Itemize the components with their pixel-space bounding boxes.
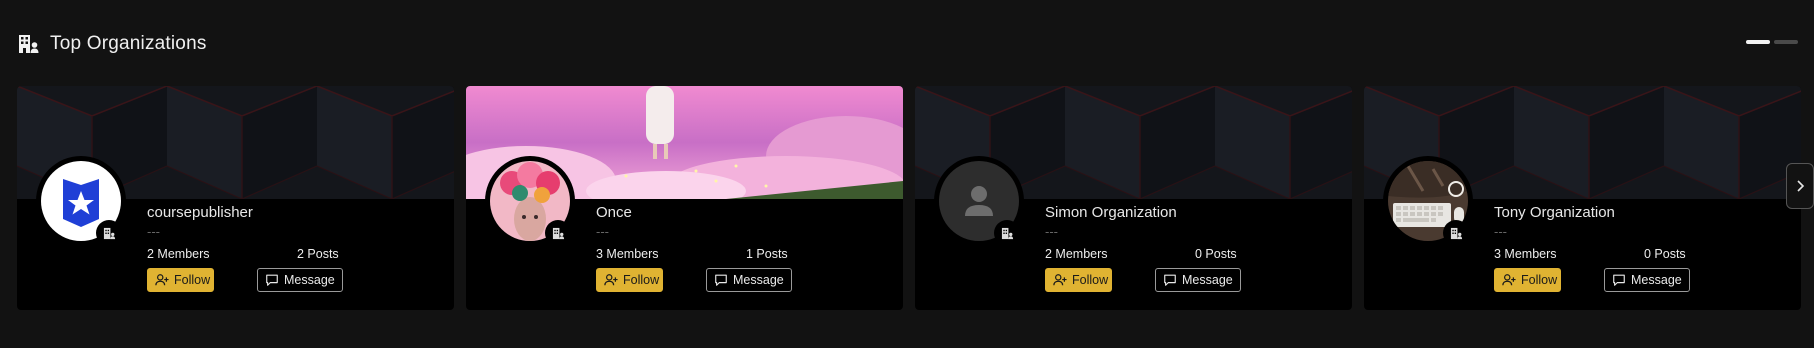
members-count: 2 Members (1045, 247, 1108, 261)
organization-name[interactable]: Once (596, 204, 886, 222)
organization-card[interactable]: Tony Organization --- 3 Members 0 Posts … (1364, 86, 1801, 310)
user-plus-icon (604, 274, 618, 286)
follow-button[interactable]: Follow (1494, 268, 1561, 292)
message-icon (715, 274, 727, 286)
organization-name[interactable]: Tony Organization (1494, 204, 1784, 222)
message-button[interactable]: Message (257, 268, 343, 292)
organization-badge-icon (1443, 220, 1469, 246)
posts-count: 0 Posts (1644, 247, 1686, 261)
user-plus-icon (1053, 274, 1067, 286)
follow-button[interactable]: Follow (596, 268, 663, 292)
organization-card[interactable]: Simon Organization --- 2 Members 0 Posts… (915, 86, 1352, 310)
organization-badge-icon (994, 220, 1020, 246)
follow-button[interactable]: Follow (147, 268, 214, 292)
message-button[interactable]: Message (706, 268, 792, 292)
organization-carousel: coursepublisher --- 2 Members 2 Posts Fo… (17, 86, 1801, 310)
user-plus-icon (155, 274, 169, 286)
members-count: 3 Members (1494, 247, 1557, 261)
organization-card[interactable]: coursepublisher --- 2 Members 2 Posts Fo… (17, 86, 454, 310)
follow-button[interactable]: Follow (1045, 268, 1112, 292)
carousel-next-button[interactable] (1786, 163, 1814, 209)
message-icon (1164, 274, 1176, 286)
pager-dot-2[interactable] (1774, 40, 1798, 44)
pager-dot-1[interactable] (1746, 40, 1770, 44)
posts-count: 0 Posts (1195, 247, 1237, 261)
organization-description: --- (147, 224, 160, 239)
organization-description: --- (596, 224, 609, 239)
organization-description: --- (1494, 224, 1507, 239)
members-count: 3 Members (596, 247, 659, 261)
members-count: 2 Members (147, 247, 210, 261)
posts-count: 1 Posts (746, 247, 788, 261)
organization-card[interactable]: Once --- 3 Members 1 Posts Follow Messag… (466, 86, 903, 310)
carousel-pager (1746, 40, 1798, 44)
organization-name[interactable]: Simon Organization (1045, 204, 1335, 222)
section-header: Top Organizations (18, 30, 207, 58)
organization-description: --- (1045, 224, 1058, 239)
organization-badge-icon (545, 220, 571, 246)
message-icon (1613, 274, 1625, 286)
message-button[interactable]: Message (1155, 268, 1241, 292)
section-title: Top Organizations (50, 33, 207, 54)
message-icon (266, 274, 278, 286)
user-plus-icon (1502, 274, 1516, 286)
organization-badge-icon (96, 220, 122, 246)
organization-name[interactable]: coursepublisher (147, 204, 437, 222)
posts-count: 2 Posts (297, 247, 339, 261)
message-button[interactable]: Message (1604, 268, 1690, 292)
building-user-icon (18, 33, 40, 55)
chevron-right-icon (1797, 180, 1805, 192)
